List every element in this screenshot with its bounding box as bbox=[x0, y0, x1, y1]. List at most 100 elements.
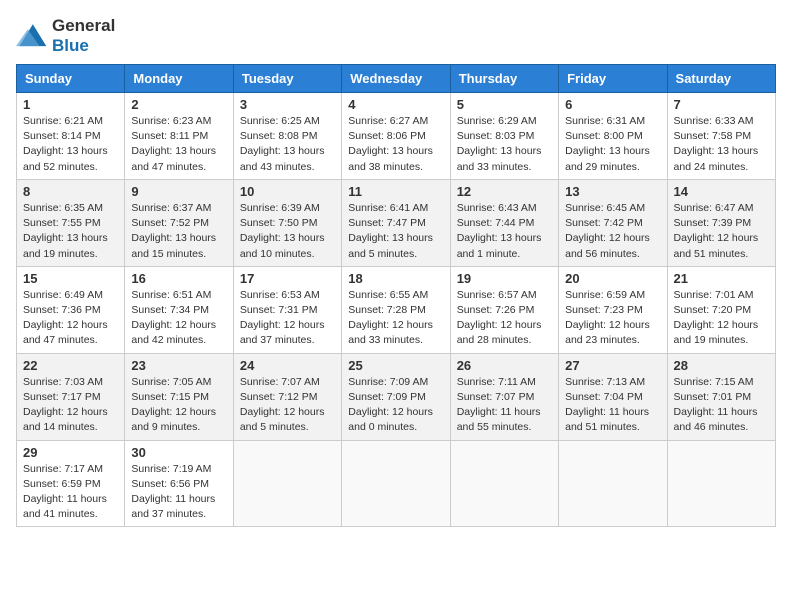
calendar-cell: 22 Sunrise: 7:03 AMSunset: 7:17 PMDayligh… bbox=[17, 353, 125, 440]
weekday-header-row: SundayMondayTuesdayWednesdayThursdayFrid… bbox=[17, 65, 776, 93]
day-number: 4 bbox=[348, 97, 443, 112]
day-number: 16 bbox=[131, 271, 226, 286]
day-number: 19 bbox=[457, 271, 552, 286]
day-number: 26 bbox=[457, 358, 552, 373]
day-number: 6 bbox=[565, 97, 660, 112]
calendar-cell bbox=[559, 440, 667, 527]
calendar-cell: 21Sunrise: 7:01 AMSunset: 7:20 PMDayligh… bbox=[667, 266, 775, 353]
day-number: 3 bbox=[240, 97, 335, 112]
week-row-3: 15 Sunrise: 6:49 AMSunset: 7:36 PMDayligh… bbox=[17, 266, 776, 353]
day-info: Sunrise: 6:47 AMSunset: 7:39 PMDaylight:… bbox=[674, 201, 769, 262]
calendar-cell: 28 Sunrise: 7:15 AMSunset: 7:01 PMDayligh… bbox=[667, 353, 775, 440]
day-info: Sunrise: 7:11 AMSunset: 7:07 PMDaylight:… bbox=[457, 375, 552, 436]
day-info: Sunrise: 6:43 AMSunset: 7:44 PMDaylight:… bbox=[457, 201, 552, 262]
calendar-cell: 8Sunrise: 6:35 AMSunset: 7:55 PMDaylight… bbox=[17, 179, 125, 266]
calendar-cell: 4 Sunrise: 6:27 AMSunset: 8:06 PMDaylight… bbox=[342, 93, 450, 180]
calendar-cell: 29 Sunrise: 7:17 AMSunset: 6:59 PMDayligh… bbox=[17, 440, 125, 527]
calendar-cell: 9 Sunrise: 6:37 AMSunset: 7:52 PMDaylight… bbox=[125, 179, 233, 266]
day-number: 14 bbox=[674, 184, 769, 199]
day-info: Sunrise: 6:21 AMSunset: 8:14 PMDaylight:… bbox=[23, 114, 118, 175]
calendar-cell: 16 Sunrise: 6:51 AMSunset: 7:34 PMDayligh… bbox=[125, 266, 233, 353]
day-info: Sunrise: 7:13 AMSunset: 7:04 PMDaylight:… bbox=[565, 375, 660, 436]
calendar-cell: 14 Sunrise: 6:47 AMSunset: 7:39 PMDayligh… bbox=[667, 179, 775, 266]
day-number: 5 bbox=[457, 97, 552, 112]
calendar-cell: 12 Sunrise: 6:43 AMSunset: 7:44 PMDayligh… bbox=[450, 179, 558, 266]
calendar-cell: 25 Sunrise: 7:09 AMSunset: 7:09 PMDayligh… bbox=[342, 353, 450, 440]
weekday-header-wednesday: Wednesday bbox=[342, 65, 450, 93]
calendar-cell: 20Sunrise: 6:59 AMSunset: 7:23 PMDayligh… bbox=[559, 266, 667, 353]
day-info: Sunrise: 7:07 AMSunset: 7:12 PMDaylight:… bbox=[240, 375, 335, 436]
calendar-cell: 30 Sunrise: 7:19 AMSunset: 6:56 PMDayligh… bbox=[125, 440, 233, 527]
day-number: 27 bbox=[565, 358, 660, 373]
week-row-5: 29 Sunrise: 7:17 AMSunset: 6:59 PMDayligh… bbox=[17, 440, 776, 527]
weekday-header-thursday: Thursday bbox=[450, 65, 558, 93]
logo: General Blue bbox=[16, 16, 115, 56]
calendar-cell: 11 Sunrise: 6:41 AMSunset: 7:47 PMDayligh… bbox=[342, 179, 450, 266]
day-number: 20 bbox=[565, 271, 660, 286]
day-info: Sunrise: 6:55 AMSunset: 7:28 PMDaylight:… bbox=[348, 288, 443, 349]
calendar-cell: 5 Sunrise: 6:29 AMSunset: 8:03 PMDaylight… bbox=[450, 93, 558, 180]
day-number: 28 bbox=[674, 358, 769, 373]
day-number: 24 bbox=[240, 358, 335, 373]
day-number: 17 bbox=[240, 271, 335, 286]
day-number: 15 bbox=[23, 271, 118, 286]
day-info: Sunrise: 6:37 AMSunset: 7:52 PMDaylight:… bbox=[131, 201, 226, 262]
calendar-cell: 24 Sunrise: 7:07 AMSunset: 7:12 PMDayligh… bbox=[233, 353, 341, 440]
day-info: Sunrise: 6:41 AMSunset: 7:47 PMDaylight:… bbox=[348, 201, 443, 262]
calendar-table: SundayMondayTuesdayWednesdayThursdayFrid… bbox=[16, 64, 776, 527]
day-number: 25 bbox=[348, 358, 443, 373]
day-info: Sunrise: 6:33 AMSunset: 7:58 PMDaylight:… bbox=[674, 114, 769, 175]
day-number: 21 bbox=[674, 271, 769, 286]
day-number: 7 bbox=[674, 97, 769, 112]
week-row-1: 1 Sunrise: 6:21 AMSunset: 8:14 PMDaylight… bbox=[17, 93, 776, 180]
day-info: Sunrise: 7:19 AMSunset: 6:56 PMDaylight:… bbox=[131, 462, 226, 523]
day-info: Sunrise: 6:49 AMSunset: 7:36 PMDaylight:… bbox=[23, 288, 118, 349]
weekday-header-sunday: Sunday bbox=[17, 65, 125, 93]
page-header: General Blue bbox=[16, 16, 776, 56]
day-info: Sunrise: 6:45 AMSunset: 7:42 PMDaylight:… bbox=[565, 201, 660, 262]
day-number: 9 bbox=[131, 184, 226, 199]
day-info: Sunrise: 6:39 AMSunset: 7:50 PMDaylight:… bbox=[240, 201, 335, 262]
logo-general: General bbox=[52, 16, 115, 35]
day-info: Sunrise: 6:51 AMSunset: 7:34 PMDaylight:… bbox=[131, 288, 226, 349]
day-info: Sunrise: 6:23 AMSunset: 8:11 PMDaylight:… bbox=[131, 114, 226, 175]
day-number: 1 bbox=[23, 97, 118, 112]
day-number: 12 bbox=[457, 184, 552, 199]
calendar-cell: 10 Sunrise: 6:39 AMSunset: 7:50 PMDayligh… bbox=[233, 179, 341, 266]
calendar-cell: 18Sunrise: 6:55 AMSunset: 7:28 PMDayligh… bbox=[342, 266, 450, 353]
day-number: 11 bbox=[348, 184, 443, 199]
day-number: 13 bbox=[565, 184, 660, 199]
day-info: Sunrise: 7:17 AMSunset: 6:59 PMDaylight:… bbox=[23, 462, 118, 523]
week-row-4: 22 Sunrise: 7:03 AMSunset: 7:17 PMDayligh… bbox=[17, 353, 776, 440]
calendar-cell: 7 Sunrise: 6:33 AMSunset: 7:58 PMDaylight… bbox=[667, 93, 775, 180]
calendar-cell: 23 Sunrise: 7:05 AMSunset: 7:15 PMDayligh… bbox=[125, 353, 233, 440]
day-number: 8 bbox=[23, 184, 118, 199]
day-info: Sunrise: 6:31 AMSunset: 8:00 PMDaylight:… bbox=[565, 114, 660, 175]
calendar-cell bbox=[342, 440, 450, 527]
calendar-cell: 27 Sunrise: 7:13 AMSunset: 7:04 PMDayligh… bbox=[559, 353, 667, 440]
day-number: 29 bbox=[23, 445, 118, 460]
weekday-header-saturday: Saturday bbox=[667, 65, 775, 93]
calendar-cell: 15 Sunrise: 6:49 AMSunset: 7:36 PMDayligh… bbox=[17, 266, 125, 353]
day-info: Sunrise: 7:03 AMSunset: 7:17 PMDaylight:… bbox=[23, 375, 118, 436]
calendar-cell bbox=[233, 440, 341, 527]
day-number: 10 bbox=[240, 184, 335, 199]
day-info: Sunrise: 7:09 AMSunset: 7:09 PMDaylight:… bbox=[348, 375, 443, 436]
calendar-cell: 6 Sunrise: 6:31 AMSunset: 8:00 PMDaylight… bbox=[559, 93, 667, 180]
day-info: Sunrise: 7:15 AMSunset: 7:01 PMDaylight:… bbox=[674, 375, 769, 436]
day-number: 22 bbox=[23, 358, 118, 373]
day-info: Sunrise: 7:05 AMSunset: 7:15 PMDaylight:… bbox=[131, 375, 226, 436]
logo-icon bbox=[16, 22, 48, 50]
calendar-cell: 26 Sunrise: 7:11 AMSunset: 7:07 PMDayligh… bbox=[450, 353, 558, 440]
calendar-cell bbox=[450, 440, 558, 527]
day-info: Sunrise: 6:29 AMSunset: 8:03 PMDaylight:… bbox=[457, 114, 552, 175]
week-row-2: 8Sunrise: 6:35 AMSunset: 7:55 PMDaylight… bbox=[17, 179, 776, 266]
day-number: 2 bbox=[131, 97, 226, 112]
calendar-cell: 1 Sunrise: 6:21 AMSunset: 8:14 PMDaylight… bbox=[17, 93, 125, 180]
day-number: 23 bbox=[131, 358, 226, 373]
day-number: 30 bbox=[131, 445, 226, 460]
day-info: Sunrise: 6:27 AMSunset: 8:06 PMDaylight:… bbox=[348, 114, 443, 175]
calendar-cell bbox=[667, 440, 775, 527]
logo-blue: Blue bbox=[52, 36, 89, 55]
day-info: Sunrise: 6:25 AMSunset: 8:08 PMDaylight:… bbox=[240, 114, 335, 175]
